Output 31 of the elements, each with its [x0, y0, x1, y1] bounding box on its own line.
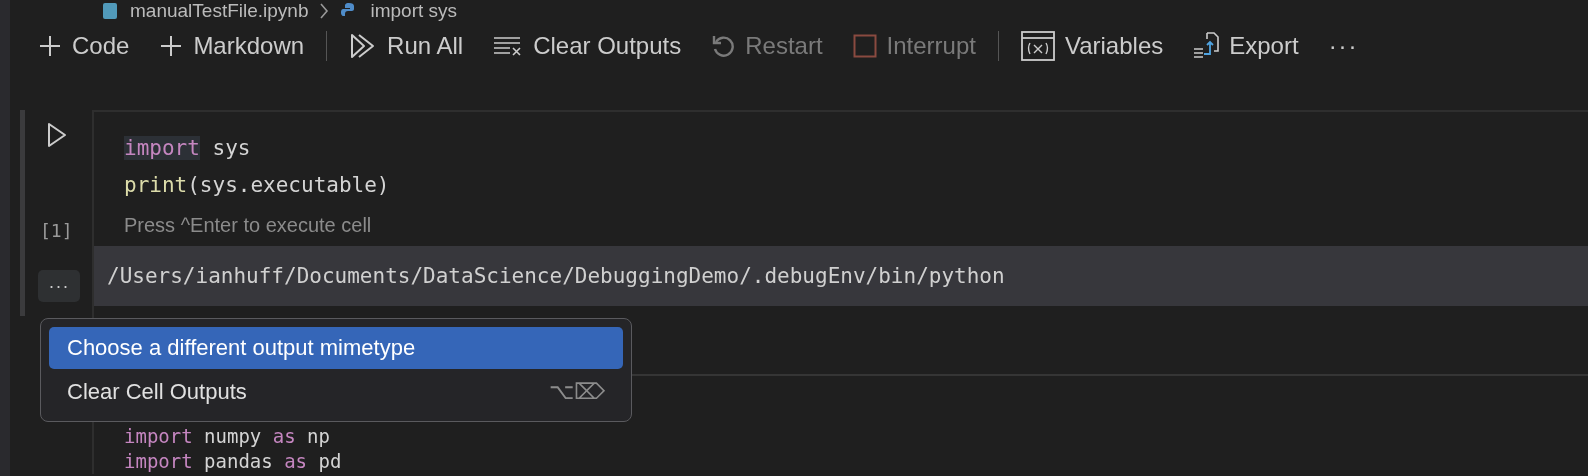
toolbar-button[interactable]: Clear Outputs [485, 28, 690, 64]
toolbar-button[interactable]: Markdown [151, 28, 313, 64]
code-line: import numpy as np [124, 424, 331, 449]
restart-icon [711, 34, 736, 58]
plus-icon [38, 34, 62, 58]
shortcut-text: ⌥⌦ [549, 379, 605, 405]
toolbar-button[interactable]: Code [30, 28, 138, 64]
cell-output: /Users/ianhuff/Documents/DataScience/DebuggingDemo/.debugEnv/bin/python [94, 246, 1588, 306]
notebook-icon [102, 1, 118, 21]
output-menu-button[interactable]: ··· [38, 270, 80, 302]
clear-outputs-icon [493, 35, 524, 57]
breadcrumb-item[interactable]: import sys [370, 0, 458, 22]
stop-icon [852, 34, 877, 58]
code-line: import pandas as pd [124, 449, 343, 474]
chevron-icon [318, 1, 331, 21]
more-button[interactable]: ··· [1320, 28, 1367, 64]
toolbar-button[interactable]: Export [1185, 28, 1307, 64]
toolbar-button[interactable]: Run All [341, 28, 472, 64]
variables-icon [1020, 31, 1055, 61]
plus-icon [159, 34, 184, 58]
menu-item[interactable]: Clear Cell Outputs ⌥⌦ [49, 371, 623, 413]
menu-item[interactable]: Choose a different output mimetype [49, 327, 623, 369]
execute-hint: Press ^Enter to execute cell [124, 213, 373, 238]
code-line: import sys [124, 135, 252, 162]
code-line: print(sys.executable) [124, 172, 391, 199]
execution-count: [1] [40, 220, 73, 241]
breadcrumb-item[interactable]: manualTestFile.ipynb [130, 0, 309, 22]
play-icon [47, 122, 67, 148]
export-icon [1193, 32, 1220, 60]
run-cell-button[interactable] [47, 122, 67, 148]
toolbar-button[interactable]: Variables [1012, 27, 1172, 65]
